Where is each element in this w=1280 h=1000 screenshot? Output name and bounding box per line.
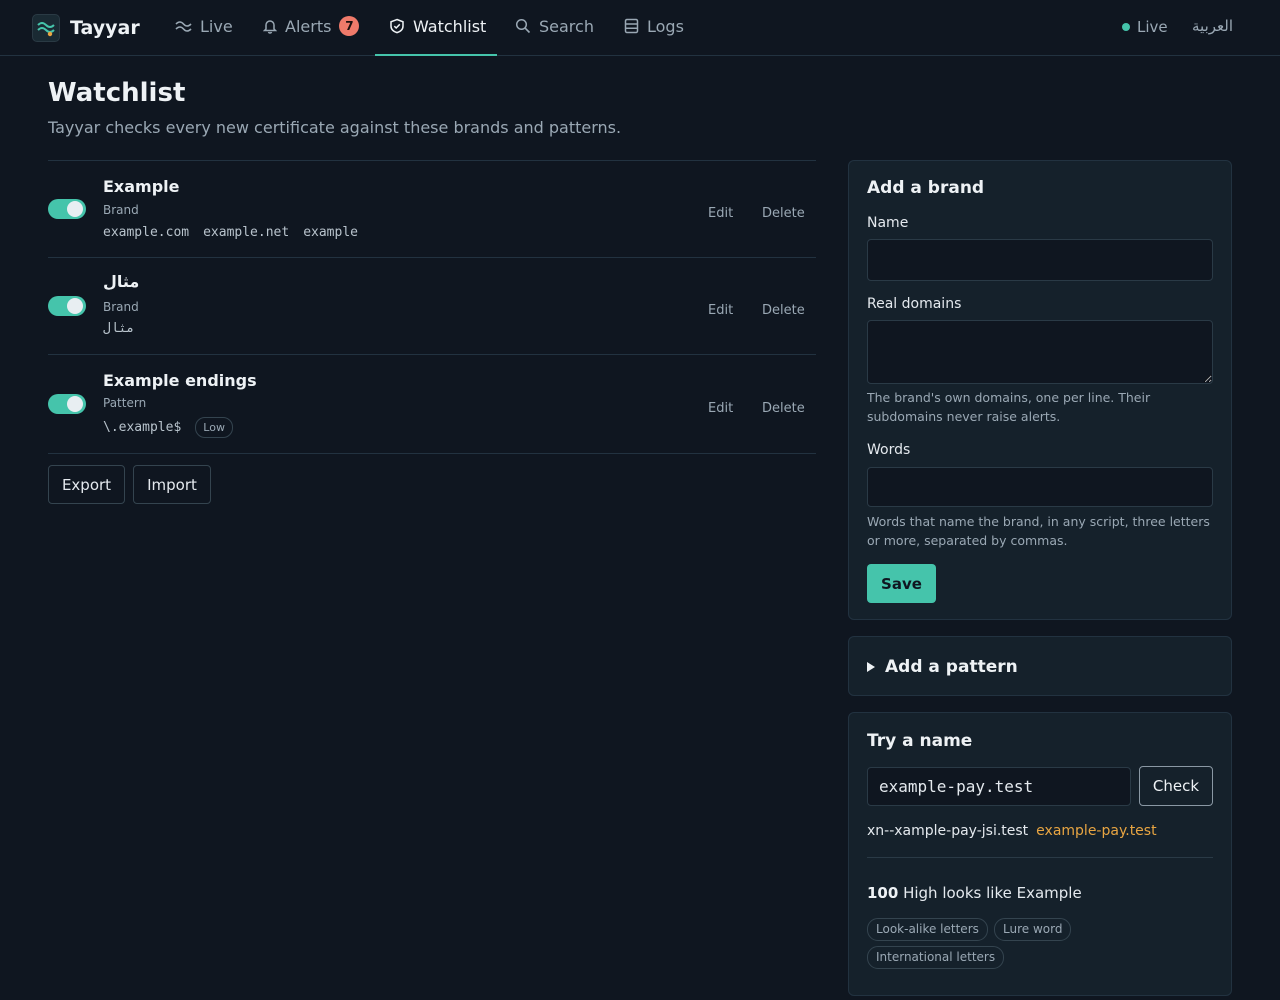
words-label: Words <box>867 442 911 458</box>
entry-type: Brand <box>103 300 139 314</box>
entry-name: Example endings <box>103 371 257 390</box>
entry-term: example.com <box>103 225 190 240</box>
list-item: Example endings Pattern \.example$ Low E… <box>48 355 816 454</box>
add-pattern-title: Add a pattern <box>885 657 1018 677</box>
edit-button[interactable]: Edit <box>708 303 733 318</box>
check-button[interactable]: Check <box>1139 766 1213 806</box>
page-title: Watchlist <box>48 78 186 108</box>
app-name: Tayyar <box>70 17 140 39</box>
brand[interactable]: Tayyar <box>32 13 140 43</box>
real-domains-label: Real domains <box>867 296 962 312</box>
score-verdict: High looks like Example <box>903 884 1082 902</box>
page-subtitle: Tayyar checks every new certificate agai… <box>48 118 622 137</box>
name-decoding: xn--xample-pay-jsi.test example-pay.test <box>867 823 1157 839</box>
add-pattern-toggle[interactable]: Add a pattern <box>867 657 1018 677</box>
enable-toggle[interactable] <box>48 199 86 219</box>
nav-live[interactable]: Live <box>175 0 233 55</box>
edit-button[interactable]: Edit <box>708 401 733 416</box>
wave-icon <box>175 21 192 32</box>
watchlist: Example Brand example.com example.net ex… <box>48 160 816 454</box>
entry-terms: \.example$ Low <box>103 417 233 438</box>
entry-term: example.net <box>203 225 290 240</box>
try-name-card: Try a name Check xn--xample-pay-jsi.test… <box>848 712 1232 996</box>
entry-type: Pattern <box>103 396 147 410</box>
delete-button[interactable]: Delete <box>762 206 805 221</box>
score-line: 100 High looks like Example <box>867 884 1082 902</box>
try-name-title: Try a name <box>867 731 973 751</box>
severity-badge: Low <box>195 417 233 438</box>
triangle-right-icon <box>867 662 875 672</box>
import-button[interactable]: Import <box>133 465 211 504</box>
list-item: مثال Brand مثال Edit Delete <box>48 258 816 355</box>
search-icon <box>515 18 531 34</box>
score-value: 100 <box>867 884 899 902</box>
nav-alerts-label: Alerts <box>285 16 332 36</box>
nav-logs-label: Logs <box>647 16 684 36</box>
status-dot-icon <box>1122 23 1130 31</box>
nav-watchlist-label: Watchlist <box>413 16 487 36</box>
punycode-value: xn--xample-pay-jsi.test <box>867 823 1029 839</box>
entry-term: \.example$ <box>103 420 182 435</box>
entry-term: مثال <box>103 321 135 336</box>
real-domains-input[interactable] <box>867 320 1213 384</box>
nav-search[interactable]: Search <box>515 0 594 55</box>
try-name-input[interactable] <box>867 767 1131 806</box>
edit-button[interactable]: Edit <box>708 206 733 221</box>
brand-name-input[interactable] <box>867 239 1213 281</box>
reason-chip: International letters <box>867 946 1005 969</box>
real-domains-help: The brand's own domains, one per line. T… <box>867 390 1151 424</box>
bell-icon <box>263 20 277 34</box>
delete-button[interactable]: Delete <box>762 401 805 416</box>
top-nav: Tayyar Live Alerts 7 Watchlist Search Lo… <box>0 0 1280 56</box>
entry-name: Example <box>103 177 180 196</box>
delete-button[interactable]: Delete <box>762 303 805 318</box>
name-label: Name <box>867 215 909 231</box>
language-switch[interactable]: العربية <box>1192 17 1233 35</box>
nav-search-label: Search <box>539 16 594 36</box>
nav-alerts[interactable]: Alerts 7 <box>263 0 360 55</box>
enable-toggle[interactable] <box>48 394 86 414</box>
entry-name: مثال <box>103 272 140 291</box>
export-button[interactable]: Export <box>48 465 125 504</box>
save-button[interactable]: Save <box>867 564 936 603</box>
words-help: Words that name the brand, in any script… <box>867 514 1210 548</box>
entry-term: example <box>303 225 358 240</box>
wave-logo-icon <box>32 14 60 42</box>
nav-live-label: Live <box>200 16 233 36</box>
unicode-value: example-pay.test <box>1036 823 1157 839</box>
nav-watchlist[interactable]: Watchlist <box>375 0 497 56</box>
add-brand-title: Add a brand <box>867 178 985 198</box>
live-status: Live <box>1122 18 1168 36</box>
entry-terms: example.com example.net example <box>103 225 358 240</box>
alerts-count-badge: 7 <box>339 16 360 36</box>
entry-type: Brand <box>103 203 139 217</box>
words-input[interactable] <box>867 467 1213 507</box>
enable-toggle[interactable] <box>48 296 86 316</box>
database-icon <box>624 18 639 34</box>
add-brand-card: Add a brand Name Real domains The brand'… <box>848 160 1232 620</box>
divider <box>867 857 1213 858</box>
reason-chip: Look-alike letters <box>867 918 988 941</box>
list-item: Example Brand example.com example.net ex… <box>48 161 816 258</box>
reason-chip: Lure word <box>994 918 1072 941</box>
add-pattern-card: Add a pattern <box>848 636 1232 696</box>
nav-logs[interactable]: Logs <box>624 0 684 55</box>
shield-icon <box>390 18 404 34</box>
entry-terms: مثال <box>103 321 134 336</box>
live-status-label: Live <box>1137 18 1168 36</box>
